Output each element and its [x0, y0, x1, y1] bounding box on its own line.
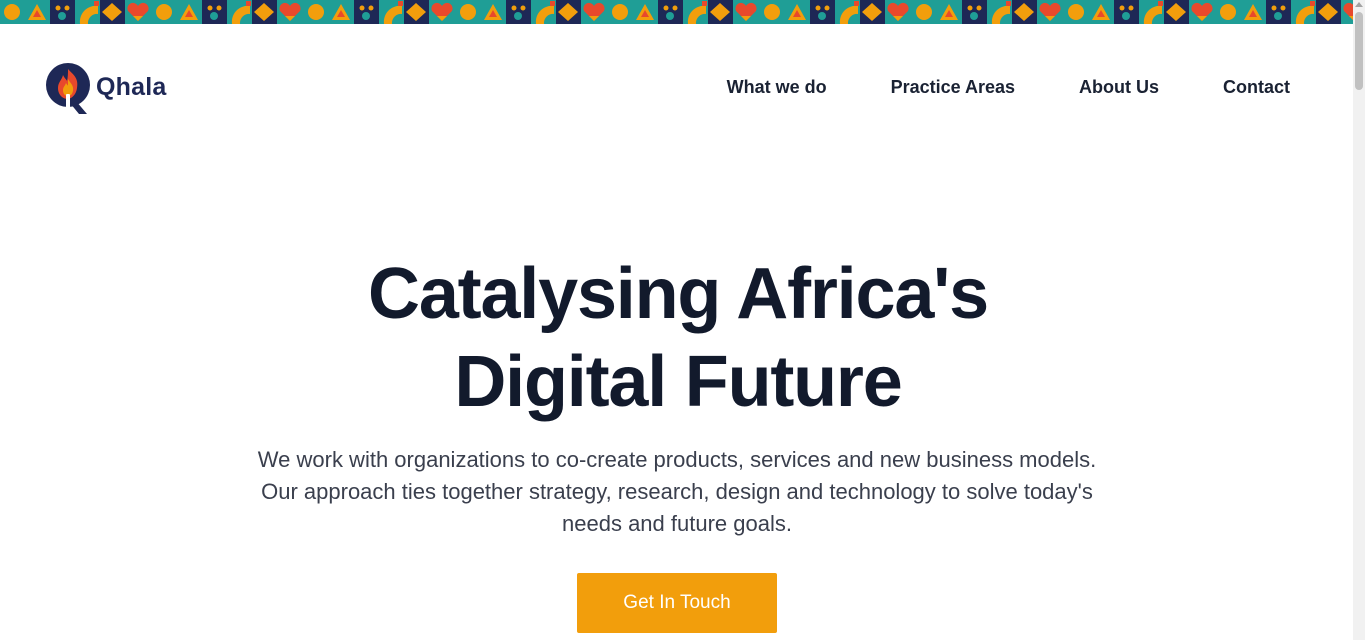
logo-wordmark: Qhala: [96, 72, 167, 101]
flame-q-logo-icon: [46, 63, 90, 114]
hero-title-line: Catalysing Africa's: [368, 254, 989, 334]
main-navigation: What we do Practice Areas About Us Conta…: [663, 76, 1290, 98]
nav-link-practice-areas[interactable]: Practice Areas: [891, 76, 1015, 98]
nav-link-what-we-do[interactable]: What we do: [727, 76, 827, 98]
hero-subtitle-line: Our approach ties together strategy, res…: [261, 479, 1093, 504]
hero-title: Catalysing Africa's Digital Future: [0, 250, 1356, 426]
nav-link-contact[interactable]: Contact: [1223, 76, 1290, 98]
get-in-touch-button[interactable]: Get In Touch: [577, 573, 777, 633]
hero-subtitle: We work with organizations to co-create …: [0, 444, 1354, 540]
hero-subtitle-line: We work with organizations to co-create …: [257, 447, 1097, 472]
african-pattern-icon: [0, 0, 1353, 24]
logo-link[interactable]: Qhala: [46, 61, 166, 115]
nav-link-about-us[interactable]: About Us: [1079, 76, 1159, 98]
hero-title-line: Digital Future: [454, 342, 902, 422]
scrollbar-thumb[interactable]: [1355, 12, 1363, 90]
scroll-up-arrow-icon[interactable]: [1355, 2, 1363, 7]
decorative-pattern-banner: [0, 0, 1353, 24]
hero-subtitle-line: needs and future goals.: [562, 511, 792, 536]
